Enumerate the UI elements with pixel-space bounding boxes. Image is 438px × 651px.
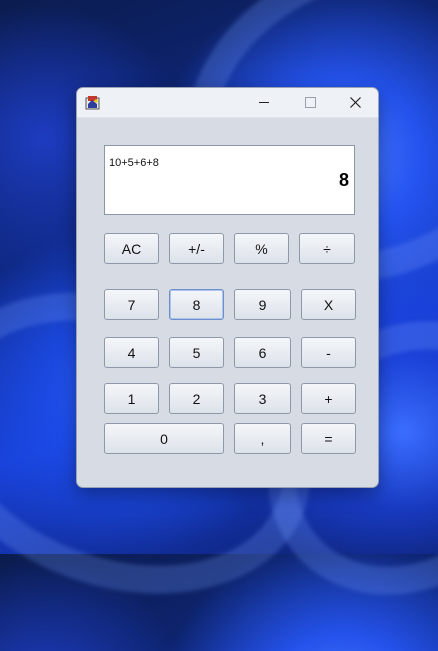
calculator-window: 10+5+6+8 8 AC +/- % ÷ 7 8 9 X 4 5 6 - 1 … [76, 87, 379, 488]
close-icon [349, 97, 361, 108]
equals-button[interactable]: = [301, 423, 356, 454]
digit-3-button[interactable]: 3 [234, 383, 291, 414]
ac-button[interactable]: AC [104, 233, 159, 264]
sign-toggle-button[interactable]: +/- [169, 233, 224, 264]
java-app-icon [85, 96, 100, 110]
multiply-button[interactable]: X [301, 289, 356, 320]
minimize-button[interactable] [241, 88, 287, 117]
close-button[interactable] [332, 88, 378, 117]
maximize-icon [304, 97, 316, 108]
decimal-button[interactable]: , [234, 423, 291, 454]
maximize-button[interactable] [287, 88, 333, 117]
digit-4-button[interactable]: 4 [104, 337, 159, 368]
expression-text: 10+5+6+8 [109, 157, 159, 169]
digit-8-button[interactable]: 8 [169, 289, 224, 320]
digit-5-button[interactable]: 5 [169, 337, 224, 368]
title-bar[interactable] [77, 88, 378, 118]
percent-button[interactable]: % [234, 233, 289, 264]
divide-button[interactable]: ÷ [299, 233, 355, 264]
calculator-display: 10+5+6+8 8 [104, 145, 355, 215]
digit-9-button[interactable]: 9 [234, 289, 291, 320]
plus-button[interactable]: + [301, 383, 356, 414]
digit-2-button[interactable]: 2 [169, 383, 224, 414]
minimize-icon [259, 102, 269, 103]
result-text: 8 [338, 170, 349, 190]
digit-6-button[interactable]: 6 [234, 337, 291, 368]
digit-0-button[interactable]: 0 [104, 423, 224, 454]
digit-7-button[interactable]: 7 [104, 289, 159, 320]
minus-button[interactable]: - [301, 337, 356, 368]
digit-1-button[interactable]: 1 [104, 383, 159, 414]
